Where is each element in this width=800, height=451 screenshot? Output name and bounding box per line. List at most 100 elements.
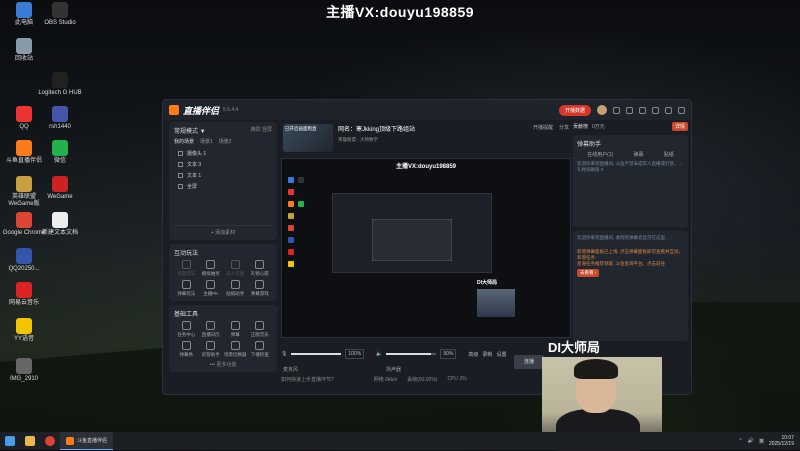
connect-button[interactable]: 连播 <box>514 355 544 369</box>
left-panel: 常规模式 ▼ 横屏 竖屏 我的场景 场景1 场景2 摄像头 1 文本 3 文本 … <box>169 122 277 390</box>
volume-icon[interactable]: 🔊 <box>748 438 754 444</box>
source-label: 摄像头 1 <box>187 151 207 157</box>
advanced-button[interactable]: 高级 <box>468 351 478 358</box>
feature-item[interactable]: 正版音乐 <box>248 321 273 338</box>
feature-item[interactable]: 房管助手 <box>199 341 224 358</box>
desktop-icon[interactable]: 回收站 <box>2 38 46 63</box>
feature-label: 房管助手 <box>201 352 220 357</box>
taskbar-explorer[interactable] <box>20 432 40 450</box>
source-item[interactable]: 文本 1 <box>174 170 272 181</box>
add-source-button[interactable]: + 添加素材 <box>174 225 272 236</box>
center-panel: 已开启画面粗直 网名：寒Jkking顶级下路组站 英雄联盟 - 大师数学 开播提… <box>281 122 571 390</box>
desktop-icon[interactable]: WeGame <box>38 176 82 201</box>
feature-item[interactable]: 贴纸助手 <box>223 280 248 297</box>
mode-vertical[interactable]: 竖屏 <box>262 127 272 133</box>
desktop-icon[interactable]: 网易云音乐 <box>2 282 46 307</box>
messages-card: 欢迎你来到直播间, 收到的弹幕会显示在这里... 新增弹幕面板已上线, 点击弹幕… <box>573 231 688 341</box>
stream-category[interactable]: 英雄联盟 - 大师数学 <box>338 137 415 143</box>
tools-title: 基础工具 <box>174 312 199 318</box>
record-button[interactable]: 录制 <box>482 351 492 358</box>
source-label: 文本 3 <box>187 162 202 168</box>
feature-item[interactable]: 弹幕秀 <box>174 341 199 358</box>
desktop-icon[interactable]: 微信 <box>38 140 82 165</box>
mode-horizontal[interactable]: 横屏 <box>251 127 261 133</box>
speaker-icon[interactable]: 🔈 <box>376 351 382 357</box>
desktop-icon[interactable]: rsh1440 <box>38 106 82 131</box>
settings-icon[interactable] <box>626 106 633 114</box>
close-icon[interactable] <box>678 106 685 114</box>
go-see-link[interactable]: 去看看 › <box>577 269 600 277</box>
tab-online-users[interactable]: 在线用户(1) <box>587 151 613 158</box>
mic-slider[interactable] <box>291 353 342 355</box>
source-item[interactable]: 全屏 <box>174 181 272 192</box>
speaker-slider[interactable] <box>386 353 437 355</box>
feature-label: 直播日历 <box>201 332 220 337</box>
desktop-icon[interactable]: Logitech G HUB <box>38 72 82 97</box>
feature-item[interactable]: 模拟抽奖 <box>199 260 224 277</box>
feature-item[interactable]: 直播日历 <box>199 321 224 338</box>
share-button[interactable]: 分享 <box>559 124 569 131</box>
feature-icon <box>255 321 265 330</box>
feature-item[interactable]: 礼物心愿 <box>248 260 273 277</box>
details-button[interactable]: 详情 <box>671 122 688 131</box>
feature-icon <box>181 280 191 289</box>
menu-icon[interactable] <box>639 106 646 114</box>
clock-date: 2025/12/19 <box>768 441 794 447</box>
tab-stickers[interactable]: 贴纸 <box>664 151 674 158</box>
mode-selector[interactable]: 常规模式 ▼ <box>174 126 206 135</box>
contribution-amount: 0万元 <box>592 124 605 130</box>
feature-item[interactable]: 点歌音乐 <box>174 260 199 277</box>
live-reminder-button[interactable]: 开播提醒 <box>533 124 553 131</box>
help-link[interactable]: 如何快速上手直播环节? <box>281 376 334 383</box>
input-method[interactable]: 英 <box>759 438 764 445</box>
feature-label: 下播检查 <box>250 352 269 357</box>
source-item[interactable]: 文本 3 <box>174 159 272 170</box>
feature-item[interactable]: 任务中心 <box>174 321 199 338</box>
mic-icon[interactable]: 🎙 <box>281 351 287 357</box>
tab-my-scenes[interactable]: 我的场景 <box>174 138 194 145</box>
live-data-button[interactable]: 开播数据 <box>558 104 591 116</box>
maximize-icon[interactable] <box>665 106 672 114</box>
tray-arrow-icon[interactable]: ⌃ <box>739 438 743 444</box>
app-icon <box>16 176 32 192</box>
user-avatar[interactable] <box>597 105 607 115</box>
screen-icon <box>178 184 183 189</box>
stream-preview[interactable]: 主播VX:douyu198859 DI大师局 <box>281 158 571 338</box>
settings-button[interactable]: 设置 <box>496 351 506 358</box>
minimize-icon[interactable] <box>652 106 659 114</box>
desktop-icon[interactable]: QQ20250... <box>2 248 46 273</box>
feature-item[interactable]: 场景切换器 <box>223 341 248 358</box>
live-companion-window[interactable]: 直播伴侣 5.5.4.4 开播数据 常规模式 ▼ 横屏 竖屏 我的场景 场景1 … <box>162 99 692 395</box>
tab-danmu[interactable]: 弹幕 <box>634 151 644 158</box>
title-bar[interactable]: 直播伴侣 5.5.4.4 开播数据 <box>163 100 691 120</box>
start-button[interactable] <box>0 432 20 450</box>
tab-scene-2[interactable]: 场景2 <box>219 138 232 145</box>
welcome-hint: 欢迎你来到直播间, 收到的弹幕会显示在这里... <box>577 235 669 240</box>
stream-thumbnail[interactable]: 已开启画面粗直 <box>283 124 333 152</box>
taskbar-chrome[interactable] <box>40 432 60 450</box>
feature-item[interactable]: 弹幕玩法 <box>174 280 199 297</box>
desktop-icon[interactable]: IMG_2910 <box>2 358 46 383</box>
more-features-button[interactable]: ••• 更多功能 <box>174 361 272 368</box>
tab-contribution[interactable]: 贡献榜 <box>573 123 588 130</box>
taskbar-live-companion[interactable]: 斗鱼直播伴侣 <box>60 432 114 450</box>
desktop-icon-label: 新建文本文档 <box>41 230 78 236</box>
clock[interactable]: 10:07 2025/12/19 <box>769 435 794 447</box>
feature-item[interactable]: 弹幕 <box>223 321 248 338</box>
desktop-icon-label: Logitech G HUB <box>38 90 82 96</box>
source-label: 全屏 <box>187 184 198 190</box>
desktop-icon[interactable]: OBS Studio <box>38 2 82 27</box>
stream-title[interactable]: 网名：寒Jkking顶级下路组站 <box>338 124 415 133</box>
text-icon <box>178 162 183 167</box>
source-item[interactable]: 摄像头 1 <box>174 148 272 159</box>
feature-icon <box>181 321 191 330</box>
feature-item[interactable]: 弹幕游戏 <box>248 280 273 297</box>
feature-icon <box>255 260 265 269</box>
desktop-icon[interactable]: YY语音 <box>2 318 46 343</box>
feature-item[interactable]: 主播PK <box>199 280 224 297</box>
desktop-icon[interactable]: 新建文本文档 <box>38 212 82 237</box>
feature-item[interactable]: 多人连麦 <box>223 260 248 277</box>
tab-scene-1[interactable]: 场景1 <box>200 138 213 145</box>
feature-item[interactable]: 下播检查 <box>248 341 273 358</box>
headset-icon[interactable] <box>613 106 620 114</box>
